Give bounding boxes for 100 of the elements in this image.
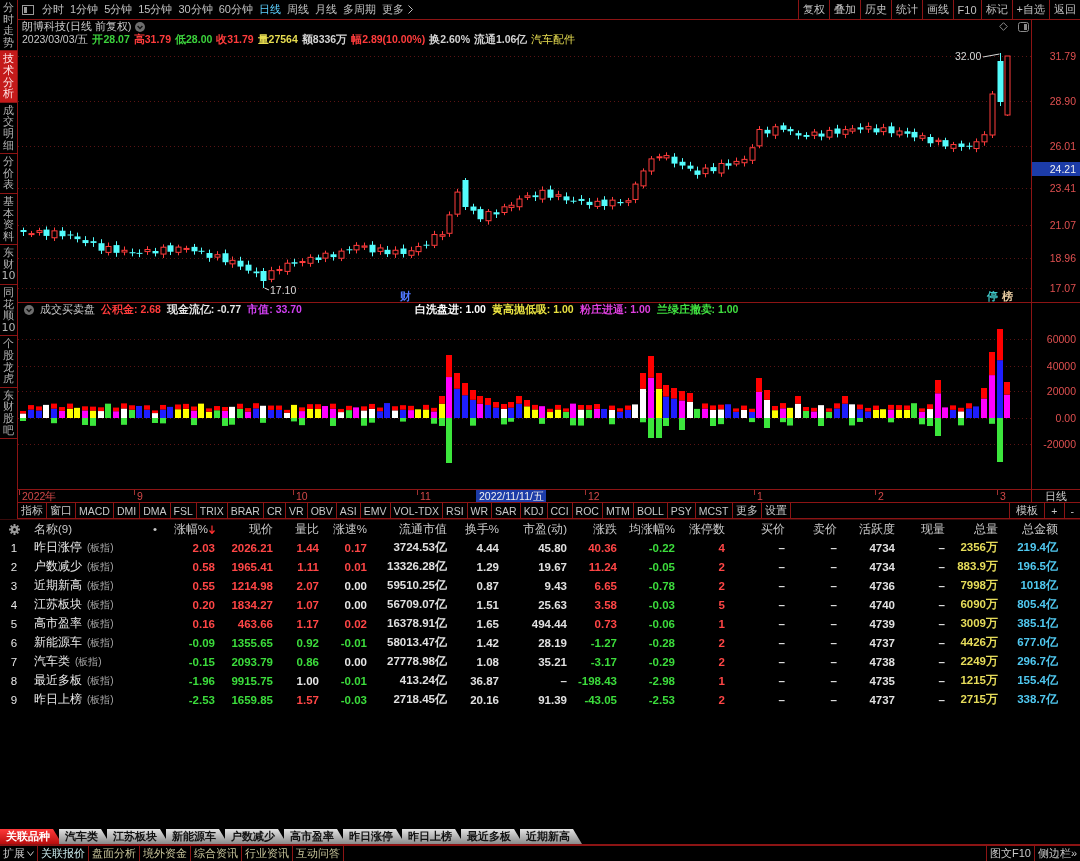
status-tab[interactable]: 关联报价	[38, 846, 89, 861]
sector-tab[interactable]: 近期新高	[520, 829, 582, 844]
toolbar-button[interactable]: 画线	[921, 0, 953, 19]
indicator-tab[interactable]: MACD	[76, 503, 114, 518]
sector-tab[interactable]: 昨日涨停	[343, 829, 405, 844]
period-tab[interactable]: 周线	[287, 0, 309, 19]
status-tab[interactable]: 综合资讯	[191, 846, 242, 861]
column-header[interactable]: 均涨幅%	[620, 520, 678, 538]
sector-name[interactable]: 高市盈率	[34, 616, 82, 631]
axis-label: 21.07	[1049, 219, 1076, 231]
toolbar-button[interactable]: 返回	[1049, 0, 1080, 19]
event-marker[interactable]: 财	[400, 290, 411, 302]
column-header[interactable]: 名称(9)	[34, 521, 73, 537]
indicator-tab[interactable]: 指标	[18, 503, 47, 518]
period-tab[interactable]: 月线	[315, 0, 337, 19]
panel-toggle-icon[interactable]	[1018, 21, 1029, 32]
period-tab[interactable]: 5分钟	[104, 0, 133, 19]
toolbar-button[interactable]: 历史	[859, 0, 891, 19]
column-header[interactable]: 卖价	[788, 520, 840, 538]
period-tab[interactable]: 日线	[259, 0, 281, 19]
status-button[interactable]: 侧边栏»	[1033, 846, 1080, 861]
column-header[interactable]: 活跃度	[840, 520, 898, 538]
chevron-down-icon[interactable]	[24, 305, 34, 315]
table-cell-text: 1.29	[475, 559, 500, 575]
indicator-tab[interactable]: SAR	[492, 503, 521, 518]
sector-tab[interactable]: 高市盈率	[284, 829, 346, 844]
event-marker[interactable]: 停	[987, 290, 998, 302]
toolbar-button[interactable]: 统计	[890, 0, 922, 19]
sector-name[interactable]: 汽车类	[34, 654, 70, 669]
indicator-tab[interactable]: RSI	[443, 503, 468, 518]
status-tab[interactable]: 互动问答	[293, 846, 344, 861]
period-tab[interactable]: 15分钟	[138, 0, 173, 19]
column-header[interactable]: 买价	[728, 520, 788, 538]
column-header[interactable]: 现量	[898, 520, 948, 538]
sector-tab[interactable]: 昨日上榜	[402, 829, 464, 844]
table-cell-text: 0.86	[295, 654, 320, 670]
column-header[interactable]: 总量	[948, 520, 1001, 538]
status-tab[interactable]: 境外资金	[140, 846, 191, 861]
sector-name[interactable]: 昨日上榜	[34, 692, 82, 707]
toolbar-button[interactable]: 标记	[980, 0, 1012, 19]
column-header[interactable]: 涨跌	[570, 520, 620, 538]
sector-name[interactable]: 户数减少	[34, 559, 82, 574]
sector-tab[interactable]: 新能源车	[166, 829, 228, 844]
time-label: 2	[878, 490, 884, 502]
period-tab[interactable]: 30分钟	[178, 0, 213, 19]
diamond-icon[interactable]	[999, 22, 1008, 31]
table-cell-text: –	[829, 692, 838, 708]
expand-button[interactable]: 扩展	[0, 846, 38, 861]
toolbar-button[interactable]: 叠加	[828, 0, 860, 19]
indicator-tab[interactable]: WR	[467, 503, 493, 518]
sector-tab[interactable]: 关联品种	[0, 829, 62, 844]
column-header[interactable]: 涨速%	[322, 520, 370, 538]
toolbar-button[interactable]: +自选	[1011, 0, 1049, 19]
side-tab[interactable]: 东财10	[0, 245, 17, 286]
status-tab[interactable]: 行业资讯	[242, 846, 293, 861]
event-marker[interactable]: 榜	[1002, 290, 1013, 302]
more-button[interactable]: 更多	[382, 0, 413, 19]
column-header[interactable]: 量比	[276, 520, 322, 538]
index-tag: (板指)	[75, 654, 102, 669]
sector-tab[interactable]: 江苏板块	[107, 829, 169, 844]
panel-toggle-icon[interactable]	[22, 4, 34, 15]
indicator-tab[interactable]: VR	[286, 503, 308, 518]
sector-name[interactable]: 江苏板块	[34, 597, 82, 612]
side-tab[interactable]: 同花顺10	[0, 285, 17, 337]
settings-icon[interactable]	[8, 523, 20, 535]
cursor-price-tag: 24.21	[1032, 162, 1080, 176]
side-tab[interactable]: 东财股吧	[0, 387, 17, 440]
column-header[interactable]: 市盈(动)	[502, 520, 570, 538]
period-tab[interactable]: 60分钟	[218, 0, 253, 19]
sector-name[interactable]: 昨日涨停	[34, 540, 82, 555]
sector-tab[interactable]: 最近多板	[461, 829, 523, 844]
status-tab[interactable]: 盘面分析	[89, 846, 140, 861]
chevron-down-icon[interactable]	[135, 21, 146, 32]
sector-name[interactable]: 新能源车	[34, 635, 82, 650]
side-tab[interactable]: 分价表	[0, 154, 17, 194]
period-tab[interactable]: 分时	[42, 0, 64, 19]
side-tab[interactable]: 分时走势	[0, 0, 17, 52]
quote-field: 流通1.06亿	[474, 32, 528, 47]
table-cell-text: -3.17	[589, 654, 618, 670]
column-header[interactable]: 现价	[218, 520, 276, 538]
period-tab[interactable]: 多周期	[343, 0, 376, 19]
side-tab[interactable]: 成交明细	[0, 102, 17, 155]
indicator-tab[interactable]: VOL-TDX	[390, 503, 444, 518]
side-tab[interactable]: 技术分析	[0, 51, 17, 103]
sector-tab[interactable]: 户数减少	[225, 829, 287, 844]
sector-name[interactable]: 最近多板	[34, 673, 82, 688]
column-header[interactable]: 总金额	[1001, 520, 1061, 538]
indicator-tab[interactable]: ASI	[336, 503, 361, 518]
column-header[interactable]: 涨幅%	[160, 520, 218, 538]
sector-tab[interactable]: 汽车类	[59, 829, 110, 844]
toolbar-button[interactable]: F10	[952, 0, 981, 19]
sector-name[interactable]: 近期新高	[34, 578, 82, 593]
side-tab[interactable]: 个股龙虎	[0, 336, 17, 388]
side-tab[interactable]: 基本资料	[0, 193, 17, 246]
column-header[interactable]: 涨停数	[678, 520, 728, 538]
status-button[interactable]: 图文F10	[985, 846, 1034, 861]
column-header[interactable]: 换手%	[450, 520, 502, 538]
toolbar-button[interactable]: 复权	[797, 0, 829, 19]
period-tab[interactable]: 1分钟	[70, 0, 99, 19]
column-header[interactable]: 流通市值	[370, 520, 450, 538]
